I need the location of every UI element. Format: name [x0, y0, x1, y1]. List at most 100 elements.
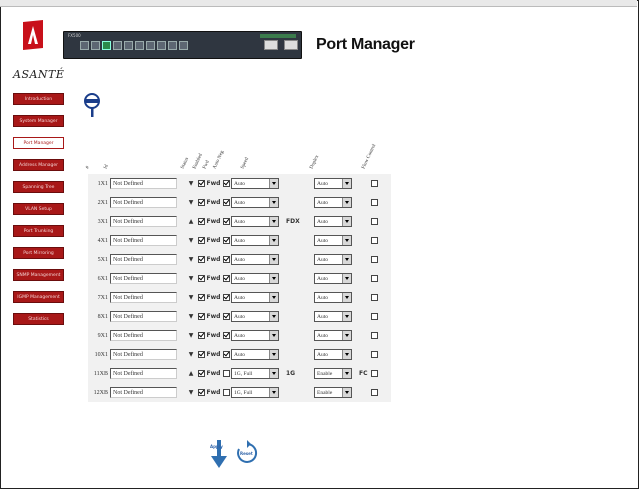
- port-name-field[interactable]: Not Defined: [110, 387, 177, 398]
- enabled-checkbox[interactable]: [197, 389, 205, 396]
- speed-select[interactable]: Auto: [231, 216, 279, 227]
- enabled-checkbox[interactable]: [197, 199, 205, 206]
- port-name-field[interactable]: Not Defined: [110, 349, 177, 360]
- reset-button-label[interactable]: Reset: [240, 451, 253, 456]
- flow-control-checkbox[interactable]: [371, 294, 378, 301]
- autoneg-checkbox[interactable]: [222, 180, 230, 187]
- speed-select[interactable]: Auto: [231, 197, 279, 208]
- speed-select[interactable]: 1G, Full: [231, 368, 279, 379]
- faceplate-port-2[interactable]: [91, 41, 100, 50]
- nav-item-3[interactable]: Port Manager: [13, 137, 64, 149]
- duplex-select[interactable]: Auto: [314, 178, 352, 189]
- enabled-checkbox[interactable]: [197, 256, 205, 263]
- uplink-port-12[interactable]: [284, 40, 298, 50]
- speed-select[interactable]: Auto: [231, 178, 279, 189]
- duplex-select[interactable]: Auto: [314, 349, 352, 360]
- port-name-field[interactable]: Not Defined: [110, 235, 177, 246]
- enabled-checkbox[interactable]: [197, 275, 205, 282]
- speed-select[interactable]: Auto: [231, 273, 279, 284]
- port-name-field[interactable]: Not Defined: [110, 330, 177, 341]
- autoneg-checkbox[interactable]: [222, 332, 230, 339]
- speed-value: Auto: [234, 333, 245, 339]
- autoneg-checkbox[interactable]: [222, 237, 230, 244]
- enabled-checkbox[interactable]: [197, 313, 205, 320]
- speed-select[interactable]: Auto: [231, 330, 279, 341]
- duplex-select[interactable]: Auto: [314, 292, 352, 303]
- port-name-field[interactable]: Not Defined: [110, 292, 177, 303]
- port-name-field[interactable]: Not Defined: [110, 368, 177, 379]
- autoneg-checkbox[interactable]: [222, 199, 230, 206]
- nav-item-6[interactable]: VLAN Setup: [13, 203, 64, 215]
- nav-item-4[interactable]: Address Manager: [13, 159, 64, 171]
- enabled-checkbox[interactable]: [197, 237, 205, 244]
- enabled-checkbox[interactable]: [197, 370, 205, 377]
- nav-item-11[interactable]: Statistics: [13, 313, 64, 325]
- duplex-select[interactable]: Auto: [314, 330, 352, 341]
- port-name-field[interactable]: Not Defined: [110, 178, 177, 189]
- enabled-checkbox[interactable]: [197, 218, 205, 225]
- flow-control-checkbox[interactable]: [371, 180, 378, 187]
- flow-control-checkbox[interactable]: [371, 237, 378, 244]
- autoneg-checkbox[interactable]: [222, 313, 230, 320]
- faceplate-port-6[interactable]: [135, 41, 144, 50]
- nav-item-9[interactable]: SNMP Management: [13, 269, 64, 281]
- flow-control-checkbox[interactable]: [371, 351, 378, 358]
- enabled-checkbox[interactable]: [197, 180, 205, 187]
- duplex-select[interactable]: Auto: [314, 197, 352, 208]
- faceplate-port-5[interactable]: [124, 41, 133, 50]
- flow-control-checkbox[interactable]: [371, 199, 378, 206]
- duplex-select[interactable]: Auto: [314, 216, 352, 227]
- nav-item-5[interactable]: Spanning Tree: [13, 181, 64, 193]
- speed-select[interactable]: Auto: [231, 235, 279, 246]
- speed-select[interactable]: 1G, Full: [231, 387, 279, 398]
- speed-select[interactable]: Auto: [231, 254, 279, 265]
- duplex-select[interactable]: Auto: [314, 235, 352, 246]
- flow-control-checkbox[interactable]: [371, 313, 378, 320]
- flow-control-checkbox[interactable]: [371, 275, 378, 282]
- duplex-select[interactable]: Auto: [314, 311, 352, 322]
- duplex-select[interactable]: Auto: [314, 254, 352, 265]
- enabled-checkbox[interactable]: [197, 351, 205, 358]
- nav-item-1[interactable]: Introduction: [13, 93, 64, 105]
- autoneg-checkbox[interactable]: [222, 275, 230, 282]
- nav-item-2[interactable]: System Manager: [13, 115, 64, 127]
- faceplate-port-4[interactable]: [113, 41, 122, 50]
- nav-item-10[interactable]: IGMP Management: [13, 291, 64, 303]
- autoneg-checkbox[interactable]: [222, 256, 230, 263]
- flow-control-checkbox[interactable]: [371, 389, 378, 396]
- port-name-field[interactable]: Not Defined: [110, 273, 177, 284]
- faceplate-port-9[interactable]: [168, 41, 177, 50]
- port-name-field[interactable]: Not Defined: [110, 311, 177, 322]
- link-status-icon: ▼: [188, 199, 194, 206]
- enabled-checkbox[interactable]: [197, 332, 205, 339]
- flow-control-checkbox[interactable]: [371, 218, 378, 225]
- enabled-checkbox[interactable]: [197, 294, 205, 301]
- autoneg-checkbox[interactable]: [222, 294, 230, 301]
- nav-item-7[interactable]: Port Trunking: [13, 225, 64, 237]
- flow-control-checkbox[interactable]: [371, 332, 378, 339]
- faceplate-port-10[interactable]: [179, 41, 188, 50]
- port-name-field[interactable]: Not Defined: [110, 216, 177, 227]
- speed-value: Auto: [234, 276, 245, 282]
- speed-select[interactable]: Auto: [231, 349, 279, 360]
- flow-control-checkbox[interactable]: [371, 370, 378, 377]
- port-name-field[interactable]: Not Defined: [110, 197, 177, 208]
- faceplate-port-8[interactable]: [157, 41, 166, 50]
- nav-item-8[interactable]: Port Mirroring: [13, 247, 64, 259]
- autoneg-checkbox[interactable]: [222, 218, 230, 225]
- autoneg-checkbox[interactable]: [222, 351, 230, 358]
- duplex-select[interactable]: Enable: [314, 368, 352, 379]
- faceplate-port-3[interactable]: [102, 41, 111, 50]
- faceplate-port-7[interactable]: [146, 41, 155, 50]
- autoneg-checkbox[interactable]: [222, 370, 230, 377]
- apply-button-label[interactable]: Apply: [210, 444, 223, 449]
- faceplate-port-1[interactable]: [80, 41, 89, 50]
- uplink-port-11[interactable]: [264, 40, 278, 50]
- duplex-select[interactable]: Auto: [314, 273, 352, 284]
- speed-select[interactable]: Auto: [231, 311, 279, 322]
- flow-control-checkbox[interactable]: [371, 256, 378, 263]
- speed-select[interactable]: Auto: [231, 292, 279, 303]
- duplex-select[interactable]: Enable: [314, 387, 352, 398]
- autoneg-checkbox[interactable]: [222, 389, 230, 396]
- port-name-field[interactable]: Not Defined: [110, 254, 177, 265]
